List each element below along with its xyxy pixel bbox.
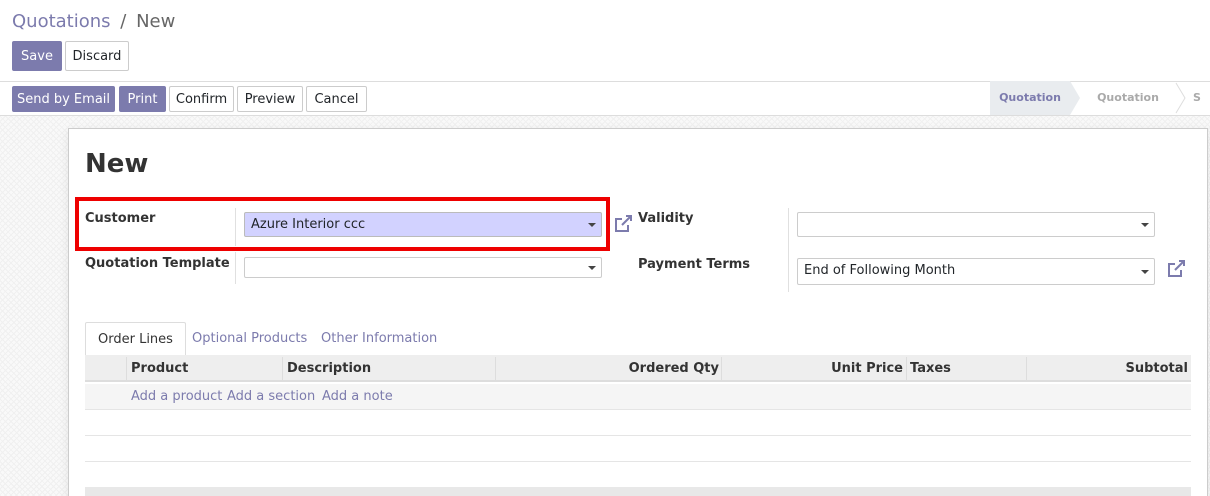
confirm-button[interactable]: Confirm [169, 86, 234, 112]
column-ordered-qty[interactable]: Ordered Qty [495, 355, 719, 382]
chevron-down-icon [1141, 223, 1149, 227]
table-footer [85, 487, 1191, 496]
column-product[interactable]: Product [131, 355, 188, 382]
control-panel: Quotations / New Save Discard Send by Em… [0, 0, 1210, 116]
stage-next[interactable]: S [1193, 81, 1210, 115]
column-unit-price[interactable]: Unit Price [721, 355, 903, 382]
customer-highlight-box [75, 197, 610, 251]
add-section-link[interactable]: Add a section [227, 384, 315, 410]
discard-button[interactable]: Discard [65, 41, 129, 71]
preview-button[interactable]: Preview [237, 86, 303, 112]
breadcrumb-quotations-link[interactable]: Quotations [12, 11, 111, 32]
cancel-button[interactable]: Cancel [306, 86, 367, 112]
column-description[interactable]: Description [287, 355, 371, 382]
payment-terms-select[interactable]: End of Following Month [797, 258, 1155, 285]
table-row [85, 410, 1191, 436]
tab-other-information[interactable]: Other Information [309, 322, 449, 356]
stage-quotation-sent[interactable]: Quotation Sent [1082, 81, 1174, 115]
external-link-icon[interactable] [612, 213, 634, 235]
column-taxes[interactable]: Taxes [910, 355, 951, 382]
column-subtotal[interactable]: Subtotal [1026, 355, 1188, 382]
tab-optional-products[interactable]: Optional Products [180, 322, 319, 356]
stage-quotation[interactable]: Quotation [990, 81, 1070, 115]
order-lines-header: Product Description Ordered Qty Unit Pri… [85, 355, 1191, 382]
column-separator [906, 357, 907, 380]
tab-order-lines[interactable]: Order Lines [85, 322, 186, 356]
page-title: New [85, 149, 149, 179]
print-button[interactable]: Print [119, 86, 166, 112]
quotation-template-label: Quotation Template [85, 256, 230, 271]
column-separator [282, 357, 283, 380]
table-row [85, 462, 1191, 488]
chevron-down-icon [1141, 270, 1149, 274]
save-button[interactable]: Save [12, 41, 62, 71]
stage-arrow [1070, 81, 1080, 115]
add-note-link[interactable]: Add a note [322, 384, 393, 410]
breadcrumb-current: New [136, 11, 176, 32]
status-bar: Quotation Quotation Sent S [990, 81, 1210, 115]
quotation-template-select[interactable] [244, 257, 602, 278]
field-divider [788, 208, 789, 292]
add-product-link[interactable]: Add a product [131, 384, 222, 410]
field-divider [235, 252, 236, 284]
payment-terms-label: Payment Terms [638, 257, 751, 272]
stage-separator [1175, 82, 1186, 114]
external-link-icon[interactable] [1165, 258, 1187, 280]
column-separator [126, 357, 127, 380]
validity-input[interactable] [797, 212, 1155, 237]
chevron-down-icon [588, 266, 596, 270]
table-row [85, 436, 1191, 462]
breadcrumb: Quotations / New [12, 11, 175, 32]
breadcrumb-separator: / [120, 11, 127, 32]
add-line-row: Add a product Add a section Add a note [85, 384, 1191, 410]
payment-terms-value: End of Following Month [804, 263, 956, 278]
send-by-email-button[interactable]: Send by Email [12, 86, 115, 112]
validity-label: Validity [638, 211, 694, 226]
